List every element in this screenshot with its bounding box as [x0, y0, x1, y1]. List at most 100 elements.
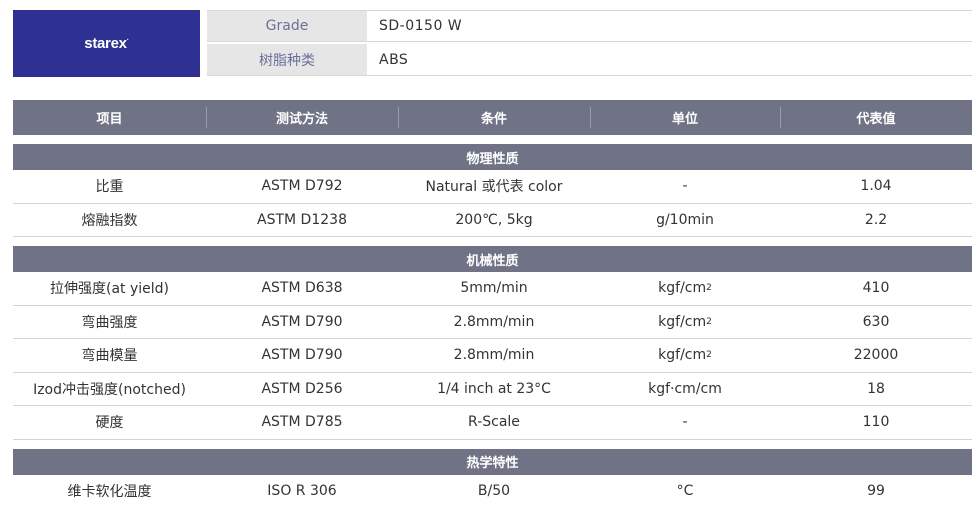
table-row: 拉伸强度(at yield) ASTM D638 5mm/min kgf/cm 2 410	[13, 272, 972, 306]
cell-item: 弯曲强度	[13, 306, 206, 339]
cell-item-text: 维卡软化温度	[67, 483, 152, 500]
cell-method-text: ASTM D785	[261, 414, 343, 431]
cell-item-text: 弯曲强度	[81, 314, 138, 331]
cell-method: ASTM D790	[206, 306, 398, 339]
cell-method-text: ASTM D790	[261, 347, 343, 364]
cell-condition: 2.8mm/min	[398, 306, 590, 339]
cell-item-text: 拉伸强度(at yield)	[49, 281, 169, 298]
brand-logo: starex·	[13, 10, 200, 77]
logo-text: starex·	[84, 35, 129, 52]
cell-method-text: ASTM D1238	[257, 211, 347, 228]
cell-method: ASTM D792	[206, 170, 398, 203]
cell-method-text: ISO R 306	[267, 482, 337, 499]
cell-condition: R-Scale	[398, 406, 590, 439]
property-table: 项目 测试方法 条件 单位 代表值 物理性质比重 ASTM D792 Natural…	[13, 100, 972, 507]
table-row: Izod冲击强度(notched) ASTM D256 1/4 inch at 23…	[13, 373, 972, 406]
cell-unit-text: kgf·cm/cm	[648, 380, 722, 397]
cell-item-text: 弯曲模量	[81, 348, 138, 365]
cell-value: 1.04	[780, 170, 972, 203]
cell-condition: 1/4 inch at 23°C	[398, 373, 590, 406]
cell-method-text: ASTM D256	[261, 380, 343, 397]
grade-value: SD-0150 W	[379, 18, 463, 34]
cell-unit: kgf/cm 2	[590, 272, 780, 305]
cell-condition: 200℃, 5kg	[398, 204, 590, 237]
cell-value: 630	[780, 306, 972, 339]
header-method: 测试方法	[206, 100, 398, 135]
cell-condition-text: 2.8mm/min	[453, 313, 535, 330]
cell-unit-text: kgf/cm	[658, 280, 707, 297]
table-row: 弯曲模量 ASTM D790 2.8mm/min kgf/cm 2 22000	[13, 339, 972, 373]
cell-unit-text: -	[682, 178, 688, 195]
cell-value-text: 18	[867, 380, 885, 397]
section-header-thermal: 热学特性	[13, 448, 972, 475]
cell-method: ASTM D1238	[206, 204, 398, 237]
cell-method: ASTM D638	[206, 272, 398, 305]
cell-unit: kgf·cm/cm	[590, 373, 780, 406]
cell-item: 拉伸强度(at yield)	[13, 272, 206, 305]
cell-value: 110	[780, 406, 972, 439]
table-header: 项目 测试方法 条件 单位 代表值	[13, 100, 972, 135]
cell-method: ISO R 306	[206, 475, 398, 507]
cell-value-text: 1.04	[860, 178, 892, 195]
cell-condition-text: B/50	[477, 482, 511, 499]
table-row: 弯曲强度 ASTM D790 2.8mm/min kgf/cm 2 630	[13, 306, 972, 339]
table-row: 硬度 ASTM D785 R-Scale - 110	[13, 406, 972, 440]
cell-method: ASTM D785	[206, 406, 398, 439]
table-row: 比重 ASTM D792 Natural 或代表 color - 1.04	[13, 170, 972, 204]
cell-item: 维卡软化温度	[13, 475, 206, 507]
cell-value: 22000	[780, 339, 972, 372]
cell-value: 2.2	[780, 204, 972, 237]
header-value: 代表值	[780, 100, 972, 135]
cell-value: 99	[780, 475, 972, 507]
cell-item: 比重	[13, 170, 206, 203]
cell-condition-text: 1/4 inch at 23°C	[437, 380, 551, 397]
header-condition: 条件	[398, 100, 590, 135]
cell-unit-text: g/10min	[656, 211, 714, 228]
resin-row: 树脂种类 ABS	[207, 44, 972, 76]
cell-item-text: Izod冲击强度(notched)	[33, 381, 186, 398]
cell-value-text: 99	[867, 482, 885, 499]
cell-unit-text: °C	[676, 482, 694, 499]
cell-item-text: 比重	[95, 179, 124, 196]
cell-item: 熔融指数	[13, 204, 206, 237]
table-row: 维卡软化温度 ISO R 306 B/50 °C 99	[13, 475, 972, 507]
cell-method-text: ASTM D790	[261, 313, 343, 330]
cell-unit: -	[590, 170, 780, 203]
cell-method: ASTM D256	[206, 373, 398, 406]
header-unit: 单位	[590, 100, 780, 135]
cell-condition: 5mm/min	[398, 272, 590, 305]
section-header-mechanical: 机械性质	[13, 246, 972, 272]
cell-unit-text: kgf/cm	[658, 313, 707, 330]
unit-superscript: 2	[706, 350, 712, 361]
logo-mark: ·	[126, 37, 129, 44]
cell-value-text: 630	[862, 313, 890, 330]
cell-item-text: 熔融指数	[81, 212, 138, 229]
cell-unit: °C	[590, 475, 780, 507]
cell-value-text: 110	[862, 414, 890, 431]
cell-item: 硬度	[13, 406, 206, 439]
cell-method-text: ASTM D792	[261, 178, 343, 195]
cell-item-text: 硬度	[95, 415, 124, 432]
cell-unit: g/10min	[590, 204, 780, 237]
table-row: 熔融指数 ASTM D1238 200℃, 5kg g/10min 2.2	[13, 204, 972, 237]
cell-condition: Natural 或代表 color	[398, 170, 590, 203]
unit-superscript: 2	[706, 283, 712, 294]
section-header-physical: 物理性质	[13, 144, 972, 170]
cell-method-text: ASTM D638	[261, 280, 343, 297]
cell-condition: B/50	[398, 475, 590, 507]
product-info: Grade SD-0150 W 树脂种类 ABS	[207, 10, 972, 78]
cell-unit-text: kgf/cm	[658, 347, 707, 364]
grade-row: Grade SD-0150 W	[207, 10, 972, 42]
cell-unit: kgf/cm 2	[590, 306, 780, 339]
cell-value-text: 22000	[853, 347, 899, 364]
cell-method: ASTM D790	[206, 339, 398, 372]
cell-condition-text: R-Scale	[468, 414, 520, 431]
cell-unit: -	[590, 406, 780, 439]
unit-superscript: 2	[706, 316, 712, 327]
cell-value: 18	[780, 373, 972, 406]
cell-condition-text: 5mm/min	[460, 280, 528, 297]
cell-value-text: 2.2	[864, 211, 888, 228]
cell-condition-text: Natural 或代表 color	[425, 179, 563, 196]
resin-label: 树脂种类	[207, 44, 367, 75]
grade-label: Grade	[207, 11, 367, 41]
